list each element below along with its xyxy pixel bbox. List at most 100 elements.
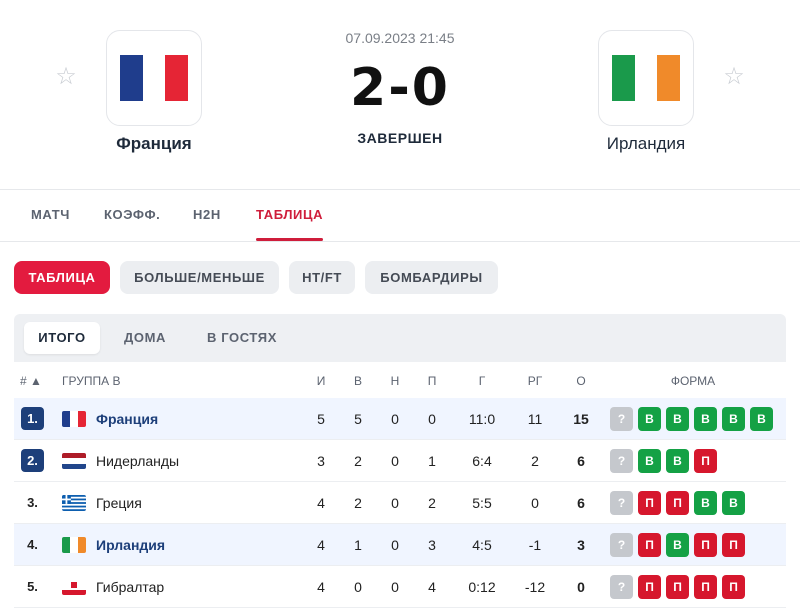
- played-value: 3: [317, 453, 325, 469]
- team-name[interactable]: Гибралтар: [96, 566, 164, 608]
- form-guide: ? П П В В: [610, 491, 745, 515]
- tab-h2h[interactable]: H2H: [193, 207, 221, 222]
- points-value: 3: [577, 537, 585, 553]
- match-header: ☆ Франция 07.09.2023 21:45 2-0 ЗАВЕРШЕН …: [0, 0, 800, 190]
- lost-value: 0: [428, 411, 436, 427]
- tab-odds[interactable]: КОЭФФ.: [104, 207, 160, 222]
- col-rank[interactable]: # ▲: [20, 374, 46, 388]
- form-next-match[interactable]: ?: [610, 533, 633, 557]
- form-next-match[interactable]: ?: [610, 407, 633, 431]
- pill-over-under[interactable]: БОЛЬШЕ/МЕНЬШЕ: [120, 261, 279, 294]
- team-name[interactable]: Франция: [96, 398, 158, 440]
- match-status: ЗАВЕРШЕН: [357, 130, 443, 146]
- form-guide: ? В В П: [610, 449, 717, 473]
- form-result[interactable]: П: [694, 575, 717, 599]
- form-result[interactable]: П: [638, 533, 661, 557]
- rank-badge: 2.: [21, 449, 44, 472]
- rank-badge: 5.: [27, 579, 38, 594]
- points-value: 0: [577, 579, 585, 595]
- form-result[interactable]: П: [722, 575, 745, 599]
- subtab-home[interactable]: ДОМА: [110, 322, 180, 354]
- form-result[interactable]: П: [666, 575, 689, 599]
- home-team-name[interactable]: Франция: [54, 134, 254, 154]
- team-name[interactable]: Нидерланды: [96, 440, 179, 482]
- main-tabs: МАТЧ КОЭФФ. H2H ТАБЛИЦА: [0, 190, 800, 242]
- subtab-overall[interactable]: ИТОГО: [24, 322, 100, 354]
- form-result[interactable]: В: [722, 491, 745, 515]
- form-guide: ? П П П П: [610, 575, 745, 599]
- form-result[interactable]: П: [638, 575, 661, 599]
- diff-value: -1: [528, 537, 542, 553]
- won-value: 5: [354, 411, 362, 427]
- tab-table[interactable]: ТАБЛИЦА: [256, 207, 324, 241]
- tab-match[interactable]: МАТЧ: [31, 207, 70, 222]
- form-result[interactable]: П: [638, 491, 661, 515]
- team-name[interactable]: Греция: [96, 482, 142, 524]
- gibraltar-flag-icon: [62, 579, 86, 595]
- france-flag-icon: [120, 55, 189, 101]
- away-team-logo[interactable]: [598, 30, 694, 126]
- goals-value: 0:12: [468, 579, 496, 595]
- col-group: ГРУППА B: [62, 374, 121, 388]
- won-value: 2: [354, 453, 362, 469]
- table-row[interactable]: 1. Франция 5 5 0 0 11:0 11 15 ? В В В В …: [14, 398, 786, 440]
- table-row[interactable]: 5. Гибралтар 4 0 0 4 0:12 -12 0 ? П П П …: [14, 566, 786, 608]
- form-result[interactable]: П: [666, 491, 689, 515]
- favorite-away-star-icon[interactable]: ☆: [721, 64, 747, 90]
- ireland-flag-icon: [62, 537, 86, 553]
- france-flag-icon: [62, 411, 86, 427]
- favorite-home-star-icon[interactable]: ☆: [53, 64, 79, 90]
- team-name[interactable]: Ирландия: [96, 524, 165, 566]
- table-row[interactable]: 4. Ирландия 4 1 0 3 4:5 -1 3 ? П В П П: [14, 524, 786, 566]
- table-row[interactable]: 2. Нидерланды 3 2 0 1 6:4 2 6 ? В В П: [14, 440, 786, 482]
- form-result[interactable]: В: [638, 449, 661, 473]
- goals-value: 5:5: [472, 495, 492, 511]
- col-form: ФОРМА: [670, 374, 716, 388]
- away-team-name[interactable]: Ирландия: [546, 134, 746, 154]
- form-next-match[interactable]: ?: [610, 575, 633, 599]
- lost-value: 1: [428, 453, 436, 469]
- points-value: 6: [577, 495, 585, 511]
- goals-value: 6:4: [472, 453, 492, 469]
- rank-badge: 4.: [27, 537, 38, 552]
- draw-value: 0: [391, 453, 399, 469]
- col-won[interactable]: В: [343, 374, 373, 388]
- col-goals[interactable]: Г: [457, 374, 507, 388]
- col-diff[interactable]: РГ: [517, 374, 553, 388]
- netherlands-flag-icon: [62, 453, 86, 469]
- form-next-match[interactable]: ?: [610, 449, 633, 473]
- form-result[interactable]: В: [694, 407, 717, 431]
- form-result[interactable]: В: [666, 533, 689, 557]
- pill-table[interactable]: ТАБЛИЦА: [14, 261, 110, 294]
- form-result[interactable]: В: [722, 407, 745, 431]
- pill-top-scorers[interactable]: БОМБАРДИРЫ: [365, 261, 498, 294]
- form-result[interactable]: П: [722, 533, 745, 557]
- subtab-away[interactable]: В ГОСТЯХ: [190, 322, 294, 354]
- draw-value: 0: [391, 495, 399, 511]
- home-team-logo[interactable]: [106, 30, 202, 126]
- form-guide: ? П В П П: [610, 533, 745, 557]
- form-result[interactable]: П: [694, 533, 717, 557]
- rank-badge: 3.: [27, 495, 38, 510]
- match-date: 07.09.2023 21:45: [345, 30, 455, 46]
- form-result[interactable]: В: [638, 407, 661, 431]
- pill-ht-ft[interactable]: HT/FT: [289, 261, 355, 294]
- form-result[interactable]: П: [694, 449, 717, 473]
- col-points[interactable]: О: [566, 374, 596, 388]
- draw-value: 0: [391, 411, 399, 427]
- form-result[interactable]: В: [666, 449, 689, 473]
- played-value: 4: [317, 495, 325, 511]
- col-played[interactable]: И: [306, 374, 336, 388]
- col-draw[interactable]: Н: [380, 374, 410, 388]
- form-result[interactable]: В: [694, 491, 717, 515]
- diff-value: 11: [527, 411, 543, 427]
- form-result[interactable]: В: [750, 407, 773, 431]
- form-next-match[interactable]: ?: [610, 491, 633, 515]
- rank-badge: 1.: [21, 407, 44, 430]
- table-row[interactable]: 3. Греция 4 2 0 2 5:5 0 6 ? П П В В: [14, 482, 786, 524]
- played-value: 5: [317, 411, 325, 427]
- standings-panel: ИТОГО ДОМА В ГОСТЯХ # ▲ ГРУППА B И В Н П…: [14, 314, 786, 608]
- draw-value: 0: [391, 579, 399, 595]
- form-result[interactable]: В: [666, 407, 689, 431]
- col-lost[interactable]: П: [417, 374, 447, 388]
